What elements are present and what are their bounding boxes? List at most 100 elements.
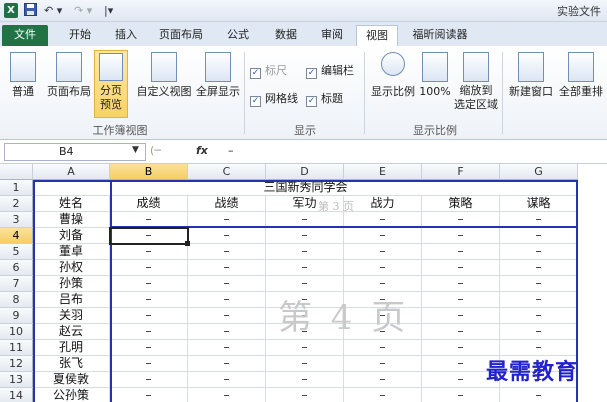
page-layout-view-button[interactable]: 页面布局 <box>44 52 94 99</box>
table-header-cell[interactable]: 战绩 <box>188 196 266 212</box>
zoom-to-selection-button[interactable]: 缩放到 选定区域 <box>452 52 500 112</box>
data-cell[interactable]: – <box>422 292 500 308</box>
row-header-14[interactable]: 14 <box>0 388 33 402</box>
name-cell[interactable]: 关羽 <box>33 308 110 324</box>
row-header-10[interactable]: 10 <box>0 324 33 340</box>
data-cell[interactable]: – <box>422 244 500 260</box>
data-cell[interactable]: – <box>110 308 188 324</box>
data-cell[interactable]: – <box>344 356 422 372</box>
data-cell[interactable]: – <box>110 244 188 260</box>
data-cell[interactable]: – <box>188 292 266 308</box>
tab-foxit-reader[interactable]: 福昕阅读器 <box>404 25 476 46</box>
name-cell[interactable]: 吕布 <box>33 292 110 308</box>
name-cell[interactable]: 夏侯敦 <box>33 372 110 388</box>
data-cell[interactable]: – <box>110 324 188 340</box>
column-header-G[interactable]: G <box>500 164 578 180</box>
column-header-A[interactable]: A <box>33 164 110 180</box>
name-cell[interactable]: 曹操 <box>33 212 110 228</box>
zoom-100-button[interactable]: 100% <box>418 52 452 99</box>
name-cell[interactable]: 张飞 <box>33 356 110 372</box>
data-cell[interactable]: – <box>500 260 578 276</box>
data-cell[interactable]: – <box>110 388 188 402</box>
row-header-2[interactable]: 2 <box>0 196 33 212</box>
row-header-8[interactable]: 8 <box>0 292 33 308</box>
row-header-9[interactable]: 9 <box>0 308 33 324</box>
data-cell[interactable]: – <box>110 260 188 276</box>
tab-home[interactable]: 开始 <box>58 25 102 46</box>
column-header-B[interactable]: B <box>110 164 188 180</box>
name-cell[interactable]: 孙权 <box>33 260 110 276</box>
arrange-all-button[interactable]: 全部重排 <box>556 52 606 99</box>
data-cell[interactable]: – <box>266 356 344 372</box>
data-cell[interactable]: – <box>266 388 344 402</box>
table-header-cell[interactable]: 战力 <box>344 196 422 212</box>
formula-input[interactable]: – <box>224 143 604 161</box>
headings-checkbox[interactable]: ✓ 标题 <box>306 92 343 107</box>
name-cell[interactable]: 孔明 <box>33 340 110 356</box>
data-cell[interactable]: – <box>266 244 344 260</box>
data-cell[interactable]: – <box>500 228 578 244</box>
data-cell[interactable]: – <box>188 228 266 244</box>
data-cell[interactable]: – <box>500 388 578 402</box>
data-cell[interactable]: – <box>422 308 500 324</box>
data-cell[interactable]: – <box>110 340 188 356</box>
tab-insert[interactable]: 插入 <box>106 25 146 46</box>
page-break-line[interactable] <box>110 180 112 402</box>
data-cell[interactable]: – <box>266 228 344 244</box>
data-cell[interactable]: – <box>344 340 422 356</box>
row-header-6[interactable]: 6 <box>0 260 33 276</box>
data-cell[interactable]: – <box>344 228 422 244</box>
data-cell[interactable]: – <box>188 276 266 292</box>
fill-handle[interactable] <box>185 241 190 246</box>
data-cell[interactable]: – <box>422 388 500 402</box>
table-header-cell[interactable]: 谋略 <box>500 196 578 212</box>
select-all-corner[interactable] <box>0 164 33 180</box>
page-break-line[interactable] <box>33 180 578 182</box>
tab-page-layout[interactable]: 页面布局 <box>150 25 212 46</box>
excel-app-icon[interactable]: X <box>4 3 18 18</box>
custom-views-button[interactable]: 自定义视图 <box>134 52 194 99</box>
name-cell[interactable]: 孙策 <box>33 276 110 292</box>
row-header-13[interactable]: 13 <box>0 372 33 388</box>
insert-function-button[interactable]: fx <box>196 144 208 157</box>
gridlines-checkbox[interactable]: ✓ 网格线 <box>250 92 298 107</box>
page-break-line[interactable] <box>33 180 35 402</box>
data-cell[interactable]: – <box>188 340 266 356</box>
data-cell[interactable]: – <box>500 244 578 260</box>
data-cell[interactable]: – <box>110 276 188 292</box>
data-cell[interactable]: – <box>422 260 500 276</box>
data-cell[interactable]: – <box>344 260 422 276</box>
data-cell[interactable]: – <box>188 372 266 388</box>
undo-icon[interactable]: ↶ ▾ <box>44 3 62 18</box>
customize-quick-access-icon[interactable]: |▾ <box>104 3 113 18</box>
name-box-dropdown-icon[interactable]: ▼ <box>132 145 139 155</box>
active-cell-b4[interactable] <box>109 227 189 245</box>
tab-review[interactable]: 审阅 <box>312 25 352 46</box>
column-header-F[interactable]: F <box>422 164 500 180</box>
tab-data[interactable]: 数据 <box>266 25 306 46</box>
data-cell[interactable]: – <box>500 292 578 308</box>
table-header-cell[interactable]: 策略 <box>422 196 500 212</box>
name-cell[interactable]: 刘备 <box>33 228 110 244</box>
table-header-cell[interactable]: 成绩 <box>110 196 188 212</box>
data-cell[interactable]: – <box>344 244 422 260</box>
tab-file[interactable]: 文件 <box>2 25 48 46</box>
new-window-button[interactable]: 新建窗口 <box>506 52 556 99</box>
worksheet-grid[interactable]: A B C D E F G 1 2 3 4 5 6 7 8 9 10 11 12 13 14 三国新秀同学会 姓名 成绩 战绩军… <box>0 164 607 402</box>
data-cell[interactable]: – <box>266 260 344 276</box>
data-cell[interactable]: – <box>188 260 266 276</box>
data-cell[interactable]: – <box>344 388 422 402</box>
data-cell[interactable]: – <box>344 372 422 388</box>
data-cell[interactable]: – <box>500 276 578 292</box>
data-cell[interactable]: – <box>188 244 266 260</box>
row-header-4[interactable]: 4 <box>0 228 33 244</box>
data-cell[interactable]: – <box>500 308 578 324</box>
row-header-12[interactable]: 12 <box>0 356 33 372</box>
data-cell[interactable]: – <box>422 324 500 340</box>
save-icon[interactable] <box>24 3 37 18</box>
formula-bar-resize-handle[interactable]: (─ <box>150 144 161 157</box>
data-cell[interactable]: – <box>110 292 188 308</box>
name-cell[interactable]: 公孙策 <box>33 388 110 402</box>
column-header-C[interactable]: C <box>188 164 266 180</box>
name-cell[interactable]: 赵云 <box>33 324 110 340</box>
